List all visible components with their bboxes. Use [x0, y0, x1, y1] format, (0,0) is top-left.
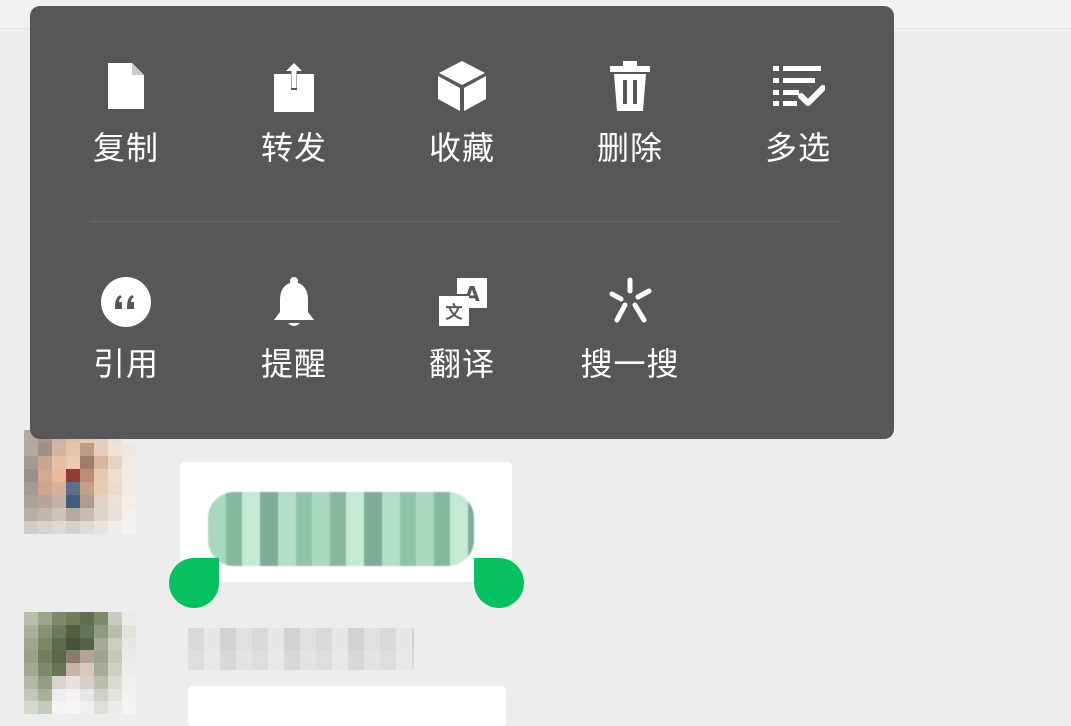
menu-divider	[90, 221, 840, 222]
message-bubble[interactable]	[188, 686, 506, 726]
share-icon	[266, 58, 322, 114]
menu-item-delete[interactable]: 删除	[555, 58, 705, 178]
search-spark-icon	[602, 274, 658, 330]
cube-icon	[434, 58, 490, 114]
menu-item-label: 引用	[92, 345, 159, 383]
avatar[interactable]	[24, 430, 136, 534]
message-context-menu: 复制 转发 收藏 删除 多选 引用 提醒 A 文 翻译 搜一搜	[30, 6, 894, 439]
menu-item-label: 提醒	[260, 345, 327, 383]
document-icon	[98, 58, 154, 114]
svg-text:文: 文	[446, 302, 464, 323]
menu-item-favorite[interactable]: 收藏	[387, 58, 537, 178]
menu-item-label: 翻译	[428, 345, 495, 383]
trash-icon	[602, 58, 658, 114]
menu-item-search[interactable]: 搜一搜	[555, 274, 705, 394]
multiselect-icon	[770, 58, 826, 114]
menu-item-quote[interactable]: 引用	[51, 274, 201, 394]
bell-icon	[266, 274, 322, 330]
menu-item-translate[interactable]: A 文 翻译	[387, 274, 537, 394]
selection-handle-end[interactable]	[474, 558, 524, 608]
sender-nickname	[188, 650, 414, 670]
menu-item-label: 复制	[92, 129, 159, 167]
menu-item-label: 收藏	[428, 129, 495, 167]
menu-item-label: 多选	[764, 129, 831, 167]
menu-item-label: 转发	[260, 129, 327, 167]
quote-icon	[98, 274, 154, 330]
translate-icon: A 文	[434, 274, 490, 330]
menu-item-copy[interactable]: 复制	[51, 58, 201, 178]
sender-nickname	[188, 628, 414, 650]
selection-handle-start[interactable]	[169, 558, 219, 608]
avatar[interactable]	[24, 612, 136, 714]
selected-message-text[interactable]	[208, 492, 474, 566]
menu-item-multiselect[interactable]: 多选	[723, 58, 873, 178]
menu-item-remind[interactable]: 提醒	[219, 274, 369, 394]
menu-item-label: 删除	[596, 129, 663, 167]
menu-item-forward[interactable]: 转发	[219, 58, 369, 178]
menu-item-label: 搜一搜	[580, 345, 680, 383]
